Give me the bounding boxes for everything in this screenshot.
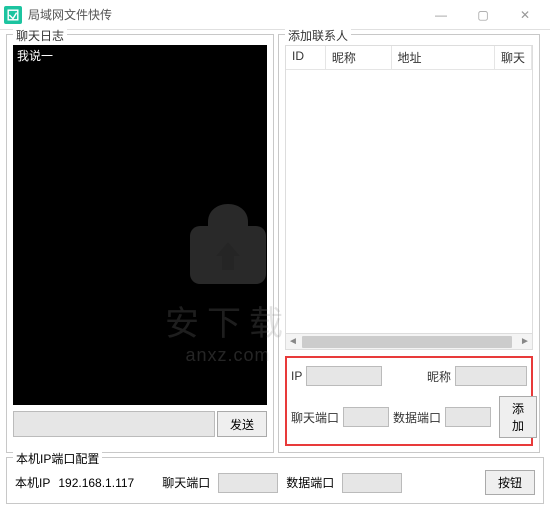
ip-label: IP bbox=[291, 369, 302, 383]
title-bar: 局域网文件快传 — ▢ ✕ bbox=[0, 0, 550, 30]
maximize-button[interactable]: ▢ bbox=[462, 1, 504, 29]
contacts-list: ID 昵称 地址 聊天 ◄ ► bbox=[285, 45, 533, 350]
scroll-left-icon[interactable]: ◄ bbox=[286, 336, 300, 347]
chatport-input[interactable] bbox=[343, 407, 389, 427]
right-column: 添加联系人 ID 昵称 地址 聊天 ◄ ► IP bbox=[278, 34, 540, 453]
cfg-chatport-input[interactable] bbox=[218, 473, 278, 493]
scroll-thumb[interactable] bbox=[302, 336, 512, 348]
cfg-dataport-input[interactable] bbox=[342, 473, 402, 493]
horizontal-scrollbar[interactable]: ◄ ► bbox=[286, 333, 532, 349]
contacts-legend: 添加联系人 bbox=[285, 27, 351, 44]
cfg-button[interactable]: 按钮 bbox=[485, 470, 535, 495]
cfg-dataport-label: 数据端口 bbox=[286, 474, 334, 491]
send-button[interactable]: 发送 bbox=[217, 411, 267, 437]
window-title: 局域网文件快传 bbox=[28, 6, 420, 23]
cfg-chatport-label: 聊天端口 bbox=[162, 474, 210, 491]
contacts-group: 添加联系人 ID 昵称 地址 聊天 ◄ ► IP bbox=[278, 34, 540, 453]
col-id[interactable]: ID bbox=[286, 46, 326, 69]
col-chatport[interactable]: 聊天 bbox=[495, 46, 532, 69]
minimize-button[interactable]: — bbox=[420, 1, 462, 29]
contacts-list-body[interactable] bbox=[286, 70, 532, 333]
nickname-label: 昵称 bbox=[427, 368, 451, 385]
ip-config-legend: 本机IP端口配置 bbox=[13, 450, 102, 467]
ip-input[interactable] bbox=[306, 366, 382, 386]
chat-input-row: 发送 bbox=[13, 411, 267, 437]
add-row-2: 聊天端口 数据端口 添加 bbox=[291, 396, 527, 438]
chat-log-legend: 聊天日志 bbox=[13, 27, 67, 44]
add-button[interactable]: 添加 bbox=[499, 396, 537, 438]
dataport-input[interactable] bbox=[445, 407, 491, 427]
add-contact-form: IP 昵称 聊天端口 数据端口 添加 bbox=[285, 356, 533, 446]
window-buttons: — ▢ ✕ bbox=[420, 1, 546, 29]
local-ip-label: 本机IP bbox=[15, 474, 50, 491]
nickname-input[interactable] bbox=[455, 366, 527, 386]
scroll-right-icon[interactable]: ► bbox=[518, 336, 532, 347]
col-nickname[interactable]: 昵称 bbox=[326, 46, 392, 69]
chat-log-area[interactable]: 我说一 bbox=[13, 45, 267, 405]
contacts-list-header: ID 昵称 地址 聊天 bbox=[286, 46, 532, 70]
chatport-label: 聊天端口 bbox=[291, 409, 339, 426]
close-button[interactable]: ✕ bbox=[504, 1, 546, 29]
add-row-1: IP 昵称 bbox=[291, 366, 527, 386]
main-content: 聊天日志 我说一 发送 添加联系人 ID 昵称 地址 聊天 ◄ bbox=[0, 30, 550, 453]
chat-log-group: 聊天日志 我说一 发送 bbox=[6, 34, 274, 453]
app-icon bbox=[4, 6, 22, 24]
left-column: 聊天日志 我说一 发送 bbox=[6, 34, 274, 453]
chat-message-input[interactable] bbox=[13, 411, 215, 437]
dataport-label: 数据端口 bbox=[393, 409, 441, 426]
local-ip-value: 192.168.1.117 bbox=[58, 476, 134, 490]
col-address[interactable]: 地址 bbox=[392, 46, 495, 69]
ip-config-group: 本机IP端口配置 本机IP 192.168.1.117 聊天端口 数据端口 按钮 bbox=[6, 457, 544, 504]
